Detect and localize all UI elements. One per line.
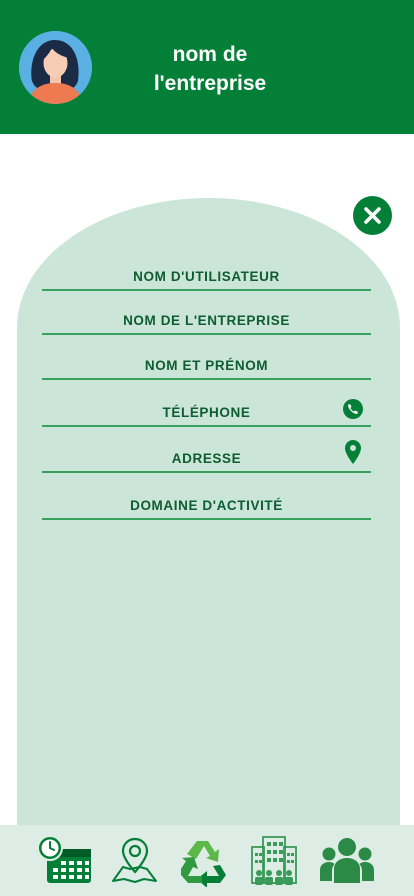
user-avatar-icon[interactable] (19, 31, 92, 104)
recycle-icon (181, 841, 226, 887)
map-location-icon (112, 837, 157, 883)
business-domain-label: DOMAINE D'ACTIVITÉ (130, 498, 283, 513)
phone-icon (343, 399, 363, 419)
bottom-nav-bar (0, 825, 414, 896)
username-field[interactable]: NOM D'UTILISATEUR (42, 259, 371, 291)
company-name-title: nom de l'entreprise (120, 40, 300, 98)
full-name-label: NOM ET PRÉNOM (144, 358, 269, 373)
company-name-field[interactable]: NOM DE L'ENTREPRISE (42, 303, 371, 335)
business-domain-field[interactable]: DOMAINE D'ACTIVITÉ (42, 488, 371, 520)
company-name-line2: l'entreprise (153, 72, 267, 95)
address-label: ADRESSE (171, 451, 242, 466)
close-button[interactable] (353, 196, 392, 235)
location-pin-icon (345, 440, 361, 464)
nav-buildings-button[interactable] (245, 835, 303, 887)
username-label: NOM D'UTILISATEUR (133, 269, 280, 284)
full-name-field[interactable]: NOM ET PRÉNOM (42, 348, 371, 380)
address-field[interactable]: ADRESSE (42, 440, 371, 473)
nav-schedule-button[interactable] (37, 835, 95, 887)
close-icon (364, 207, 381, 224)
app-header: nom de l'entreprise (0, 0, 414, 134)
company-name-label: NOM DE L'ENTREPRISE (123, 313, 290, 328)
calendar-clock-icon (37, 835, 91, 883)
company-name-line1: nom de (172, 43, 248, 66)
nav-recycle-button[interactable] (175, 835, 233, 887)
team-icon (320, 838, 374, 883)
nav-team-button[interactable] (318, 835, 376, 887)
building-icon (251, 836, 297, 885)
nav-map-button[interactable] (106, 835, 164, 887)
phone-field[interactable]: TÉLÉPHONE (42, 395, 371, 427)
phone-label: TÉLÉPHONE (162, 405, 251, 420)
